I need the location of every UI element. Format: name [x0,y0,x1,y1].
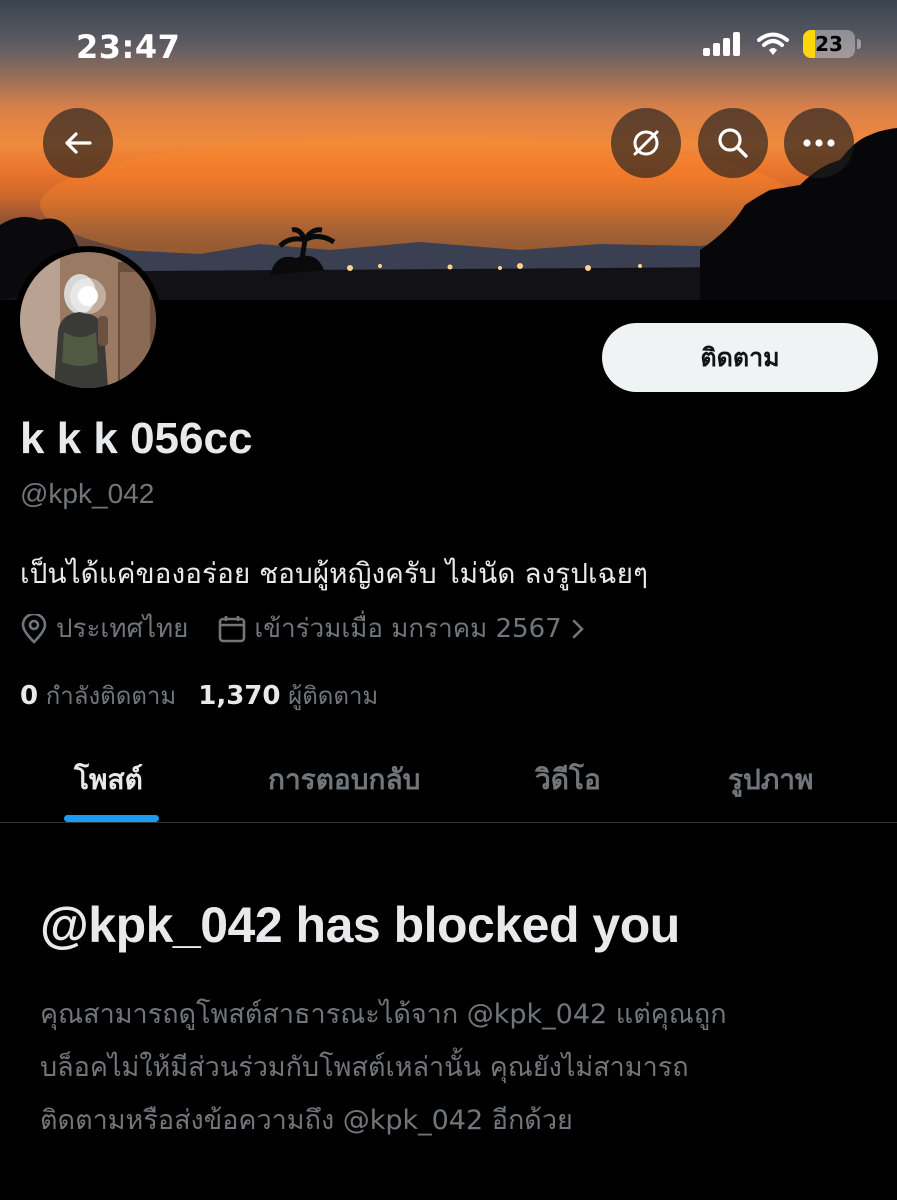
follow-stats: 0 กำลังติดตาม 1,370 ผู้ติดตาม [20,676,378,715]
tab-replies[interactable]: การตอบกลับ [268,758,420,802]
translate-off-icon [633,130,659,156]
avatar-photo [20,252,156,388]
tab-videos[interactable]: วิดีโอ [535,758,601,802]
back-button[interactable] [43,108,113,178]
tab-photos[interactable]: รูปภาพ [728,758,813,802]
more-button[interactable] [784,108,854,178]
profile-handle: @kpk_042 [20,478,155,509]
active-tab-indicator [64,815,159,822]
following-stat[interactable]: 0 กำลังติดตาม [20,676,176,715]
profile-bio: เป็นได้แค่ของอร่อย ชอบผู้หญิงครับ ไม่นัด… [20,557,649,590]
translate-off-button[interactable] [611,108,681,178]
blocked-line-3: ติดตามหรือส่งข้อความถึง @kpk_042 อีกด้วย [40,1105,573,1136]
blocked-title: @kpk_042 has blocked you [40,897,680,953]
search-button[interactable] [698,108,768,178]
calendar-icon [219,615,246,642]
display-name: k k k 056cc [20,414,253,463]
blocked-description: คุณสามารถดูโพสต์สาธารณะได้จาก @kpk_042 แ… [40,988,860,1147]
profile-meta: ประเทศไทย เข้าร่วมเมื่อ มกราคม 2567 [20,608,586,649]
more-icon [803,139,835,147]
signal-icon [703,32,740,56]
profile-tabs: โพสต์ การตอบกลับ วิดีโอ รูปภาพ [0,740,897,823]
chevron-right-icon [572,619,584,638]
joined-item[interactable]: เข้าร่วมเมื่อ มกราคม 2567 [218,608,585,649]
location-item: ประเทศไทย [20,608,188,649]
followers-stat[interactable]: 1,370 ผู้ติดตาม [198,676,378,715]
following-label: กำลังติดตาม [45,682,177,710]
location-pin-icon [21,613,47,644]
status-time: 23:47 [76,28,181,66]
blocked-line-2: บล็อคไม่ให้มีส่วนร่วมกับโพสต์เหล่านั้น ค… [40,1052,689,1083]
battery-icon: 23 [803,30,861,58]
back-arrow-icon [65,132,92,154]
battery-level: 23 [815,32,843,56]
status-icons: 23 [703,30,861,58]
tab-posts[interactable]: โพสต์ [74,758,143,802]
location-text: ประเทศไทย [56,614,189,644]
following-count: 0 [20,681,39,711]
search-icon [718,128,748,158]
followers-count: 1,370 [198,681,281,711]
follow-button[interactable]: ติดตาม [602,323,878,392]
profile-avatar[interactable] [14,246,162,394]
joined-text: เข้าร่วมเมื่อ มกราคม 2567 [254,614,562,644]
blocked-line-1: คุณสามารถดูโพสต์สาธารณะได้จาก @kpk_042 แ… [40,999,727,1030]
followers-label: ผู้ติดตาม [288,682,379,710]
wifi-icon [757,32,789,55]
